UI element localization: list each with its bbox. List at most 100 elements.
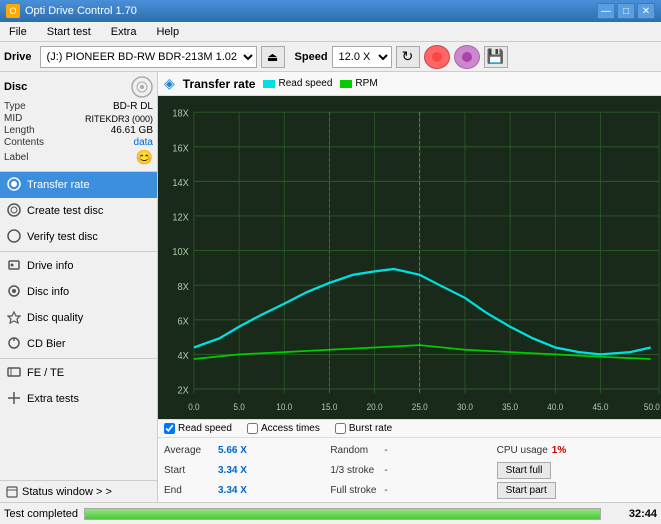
sidebar-item-disc-info[interactable]: Disc info <box>0 279 157 305</box>
svg-text:2X: 2X <box>177 385 189 397</box>
chart-title-icon: ◈ <box>164 75 175 92</box>
disc-label-row: Label 😊 <box>4 149 153 166</box>
stat-cpu-row: CPU usage 1% <box>497 441 655 459</box>
disc-quality-icon <box>6 310 22 327</box>
checkbox-burst-rate[interactable]: Burst rate <box>335 423 392 434</box>
sidebar-item-create-test-disc[interactable]: Create test disc <box>0 198 157 224</box>
svg-text:35.0: 35.0 <box>502 401 518 412</box>
disc-panel: Disc Type BD-R DL MID RITEKDR3 (000) Len… <box>0 72 157 172</box>
stats-area: Average 5.66 X Random - CPU usage 1% Sta… <box>158 438 661 502</box>
disc-info-label: Disc info <box>27 286 69 298</box>
read-speed-checkbox[interactable] <box>164 423 175 434</box>
create-test-disc-label: Create test disc <box>27 205 103 217</box>
menu-file[interactable]: File <box>4 25 32 39</box>
legend-read-speed: Read speed <box>263 78 332 89</box>
nav-separator-1 <box>0 251 157 252</box>
sidebar-item-extra-tests[interactable]: Extra tests <box>0 386 157 412</box>
chart-title: Transfer rate <box>183 77 256 91</box>
svg-text:12X: 12X <box>172 212 189 224</box>
close-button[interactable]: ✕ <box>637 3 655 19</box>
drive-label: Drive <box>4 51 32 63</box>
start-part-button[interactable]: Start part <box>497 482 556 499</box>
progress-container <box>84 508 601 520</box>
stroke13-label: 1/3 stroke <box>330 465 380 476</box>
title-controls: — □ ✕ <box>597 3 655 19</box>
color1-button[interactable] <box>424 45 450 69</box>
svg-text:30.0: 30.0 <box>457 401 473 412</box>
sidebar-item-transfer-rate[interactable]: Transfer rate <box>0 172 157 198</box>
drive-info-label: Drive info <box>27 260 73 272</box>
status-bar: Test completed 32:44 <box>0 502 661 524</box>
chart-area: 18X 16X 14X 12X 10X 8X 6X 4X 2X 0.0 5.0 … <box>158 96 661 419</box>
verify-test-disc-label: Verify test disc <box>27 231 98 243</box>
time-display: 32:44 <box>607 508 657 520</box>
sidebar-item-cd-bier[interactable]: CD Bier <box>0 331 157 357</box>
stroke13-value: - <box>384 465 419 476</box>
legend-read-speed-box <box>263 80 275 88</box>
stat-stroke13-row: 1/3 stroke - <box>330 461 488 479</box>
disc-header: Disc <box>4 76 153 98</box>
color2-button[interactable] <box>454 45 480 69</box>
fe-te-label: FE / TE <box>27 367 64 379</box>
minimize-button[interactable]: — <box>597 3 615 19</box>
stat-end-row: End 3.34 X <box>164 481 322 499</box>
sidebar-item-fe-te[interactable]: FE / TE <box>0 360 157 386</box>
menu-help[interactable]: Help <box>151 25 184 39</box>
sidebar: Disc Type BD-R DL MID RITEKDR3 (000) Len… <box>0 72 158 502</box>
app-icon: O <box>6 4 20 18</box>
menu-bar: File Start test Extra Help <box>0 22 661 42</box>
average-label: Average <box>164 445 214 456</box>
stat-average-row: Average 5.66 X <box>164 441 322 459</box>
access-times-checkbox[interactable] <box>247 423 258 434</box>
speed-select[interactable]: 12.0 X <box>332 46 392 68</box>
drive-select[interactable]: (J:) PIONEER BD-RW BDR-213M 1.02 <box>40 46 257 68</box>
start-value: 3.34 X <box>218 465 253 476</box>
sidebar-item-drive-info[interactable]: Drive info <box>0 253 157 279</box>
cd-bier-label: CD Bier <box>27 338 66 350</box>
start-full-button[interactable]: Start full <box>497 462 552 479</box>
sidebar-item-disc-quality[interactable]: Disc quality <box>0 305 157 331</box>
sidebar-item-verify-test-disc[interactable]: Verify test disc <box>0 224 157 250</box>
drive-info-icon <box>6 258 22 275</box>
read-speed-checkbox-label: Read speed <box>178 423 232 434</box>
toolbar: Drive (J:) PIONEER BD-RW BDR-213M 1.02 ⏏… <box>0 42 661 72</box>
svg-text:10X: 10X <box>172 247 189 259</box>
random-value: - <box>384 445 419 456</box>
svg-text:15.0: 15.0 <box>321 401 337 412</box>
extra-tests-icon <box>6 391 22 408</box>
eject-button[interactable]: ⏏ <box>261 46 285 68</box>
maximize-button[interactable]: □ <box>617 3 635 19</box>
legend-rpm-label: RPM <box>355 78 377 89</box>
checkbox-read-speed[interactable]: Read speed <box>164 423 232 434</box>
verify-test-disc-icon <box>6 229 22 246</box>
stat-start-full-row: Start full <box>497 461 655 479</box>
refresh-button[interactable]: ↻ <box>396 46 420 68</box>
stat-start-part-row: Start part <box>497 481 655 499</box>
menu-start-test[interactable]: Start test <box>42 25 96 39</box>
checkbox-access-times[interactable]: Access times <box>247 423 320 434</box>
transfer-rate-icon <box>6 177 22 194</box>
svg-text:20.0: 20.0 <box>367 401 383 412</box>
title-bar: O Opti Drive Control 1.70 — □ ✕ <box>0 0 661 22</box>
svg-text:16X: 16X <box>172 143 189 155</box>
svg-text:5.0: 5.0 <box>233 401 245 412</box>
disc-mid-row: MID RITEKDR3 (000) <box>4 113 153 124</box>
full-stroke-label: Full stroke <box>330 485 380 496</box>
svg-text:4X: 4X <box>177 351 189 363</box>
disc-type-row: Type BD-R DL <box>4 101 153 112</box>
disc-title: Disc <box>4 81 27 93</box>
disc-contents-row: Contents data <box>4 137 153 148</box>
svg-text:45.0: 45.0 <box>592 401 608 412</box>
burst-rate-checkbox[interactable] <box>335 423 346 434</box>
disc-icon <box>131 76 153 98</box>
stat-random-row: Random - <box>330 441 488 459</box>
status-window-button[interactable]: Status window > > <box>0 480 157 502</box>
cpu-label: CPU usage <box>497 445 548 456</box>
end-label: End <box>164 485 214 496</box>
svg-text:6X: 6X <box>177 316 189 328</box>
access-times-checkbox-label: Access times <box>261 423 320 434</box>
menu-extra[interactable]: Extra <box>106 25 142 39</box>
svg-text:10.0: 10.0 <box>276 401 292 412</box>
svg-text:14X: 14X <box>172 178 189 190</box>
save-button[interactable]: 💾 <box>484 46 508 68</box>
